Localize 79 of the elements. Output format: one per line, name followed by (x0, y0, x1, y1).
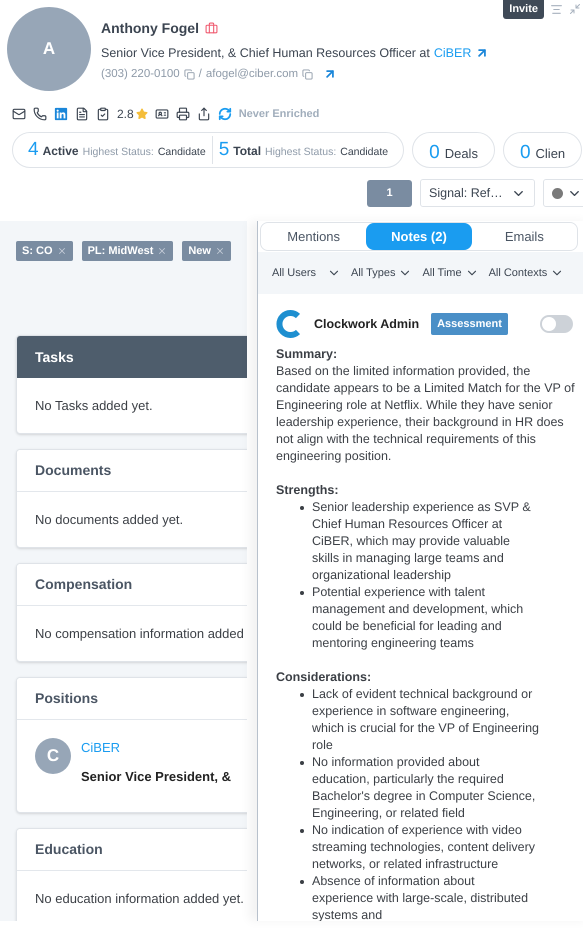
card-title: Compensation (35, 575, 132, 594)
separator: / (198, 66, 202, 82)
counter-count: 0 (520, 141, 531, 165)
card-title: Documents (35, 461, 112, 480)
remove-icon[interactable] (56, 246, 67, 256)
mail-icon[interactable] (12, 107, 26, 121)
remove-icon[interactable] (214, 246, 225, 256)
position-title: Senior Vice President, & (81, 768, 232, 786)
phone-icon[interactable] (33, 107, 47, 121)
summary-paragraph: Based on the limited information provided, the candidate appears to be a Limited Match for the VP of Engineering role at Netflix. While they have senior leadership experience, their background in HR does not align with the technical requirements of this engineering position. (276, 363, 576, 465)
bullet-text: No indication of experience with video streaming technologies, content delivery networks, or related infrastructure (312, 822, 536, 873)
bullet-text: Lack of evident technical background or experience in software engineering, which is crucial for the VP of Engineering role (312, 686, 539, 754)
filter-dropdown[interactable]: All Types (351, 264, 412, 282)
empty-message: No Tasks added yet. (35, 396, 153, 415)
person-name: Anthony Fogel (101, 19, 199, 38)
empty-message: No education information added yet. (35, 890, 244, 908)
clipboard-icon[interactable] (96, 107, 110, 121)
print-icon[interactable] (176, 107, 190, 121)
section-heading: Strengths: (276, 482, 340, 499)
counter-label: Deals (444, 145, 478, 163)
briefcase-icon (205, 22, 218, 35)
card-title: Tasks (35, 348, 74, 366)
note-author: Clockwork Admin (314, 316, 420, 333)
signal-dropdown[interactable]: Signal: Ref… (420, 179, 535, 207)
star-icon (136, 108, 148, 120)
menu-icon[interactable] (550, 2, 563, 16)
card-title: Positions (35, 689, 98, 708)
color-dropdown[interactable] (543, 179, 583, 207)
bullet-icon (300, 591, 304, 595)
counter-count: 0 (429, 141, 440, 165)
remove-icon[interactable] (157, 246, 168, 256)
bullet-icon (300, 693, 304, 697)
status-value: Candidate (340, 144, 388, 160)
bullet-icon (300, 506, 304, 510)
filter-dropdown[interactable]: All Time (422, 264, 479, 282)
company-avatar: C (35, 738, 71, 774)
bullet-icon (300, 761, 304, 765)
enrichment-status: Never Enriched (238, 106, 320, 122)
bullet-icon (300, 829, 304, 833)
card-title: Education (35, 840, 103, 859)
email-address: afogel@ciber.com (206, 66, 298, 82)
note-type-badge: Assessment (431, 312, 508, 336)
empty-message: No documents added yet. (35, 510, 184, 529)
job-title: Senior Vice President, & Chief Human Resources Officer at (101, 45, 430, 62)
tab[interactable]: Mentions (261, 223, 366, 250)
status-label: Total (233, 142, 262, 160)
status-caption: Highest Status: (82, 144, 154, 160)
status-count: 5 (218, 138, 230, 162)
filter-dropdown[interactable]: All Users (272, 264, 342, 282)
refresh-icon[interactable] (218, 107, 232, 121)
status-caption: Highest Status: (265, 144, 336, 160)
empty-message: No compensation information added (35, 624, 244, 643)
status-count: 4 (28, 138, 39, 162)
share-icon[interactable] (196, 107, 211, 121)
copy-icon[interactable] (302, 68, 314, 80)
status-value: Candidate (158, 144, 206, 160)
linkedin-icon[interactable] (54, 107, 68, 121)
status-label: Active (42, 142, 79, 160)
counter-pill[interactable]: 0 Deals (412, 132, 495, 168)
section-heading: Summary: (276, 346, 338, 363)
toggle-switch[interactable] (540, 315, 573, 333)
bullet-icon (300, 880, 304, 884)
collapse-icon[interactable] (569, 3, 581, 16)
bullet-text: Senior leadership experience as SVP & Chief Human Resources Officer at CiBER, which may provide valuable skills in managing large teams and organizational leadership (312, 499, 532, 584)
rating: 2.8 (117, 106, 134, 123)
copy-icon[interactable] (184, 68, 195, 80)
id-card-icon[interactable] (154, 107, 169, 121)
filter-dropdown[interactable]: All Contexts (488, 264, 564, 282)
phone-number: (303) 220-0100 (101, 66, 180, 82)
section-heading: Considerations: (276, 669, 372, 686)
invite-badge[interactable]: Invite (503, 0, 544, 18)
bullet-text: Potential experience with talent management and development, which could be beneficial for leading and mentoring engineering teams (312, 584, 524, 652)
c-logo-icon (276, 310, 302, 338)
document-icon[interactable] (75, 107, 89, 121)
counter-label: Clien (536, 145, 566, 163)
tab[interactable]: Emails (472, 223, 577, 250)
profile-avatar: A (7, 7, 91, 91)
counter-pill[interactable]: 0 Clien (502, 132, 582, 168)
bullet-text: No information provided about education, particularly the required Bachelor's degree in Computer Science, Engineering, or related field (312, 754, 536, 822)
